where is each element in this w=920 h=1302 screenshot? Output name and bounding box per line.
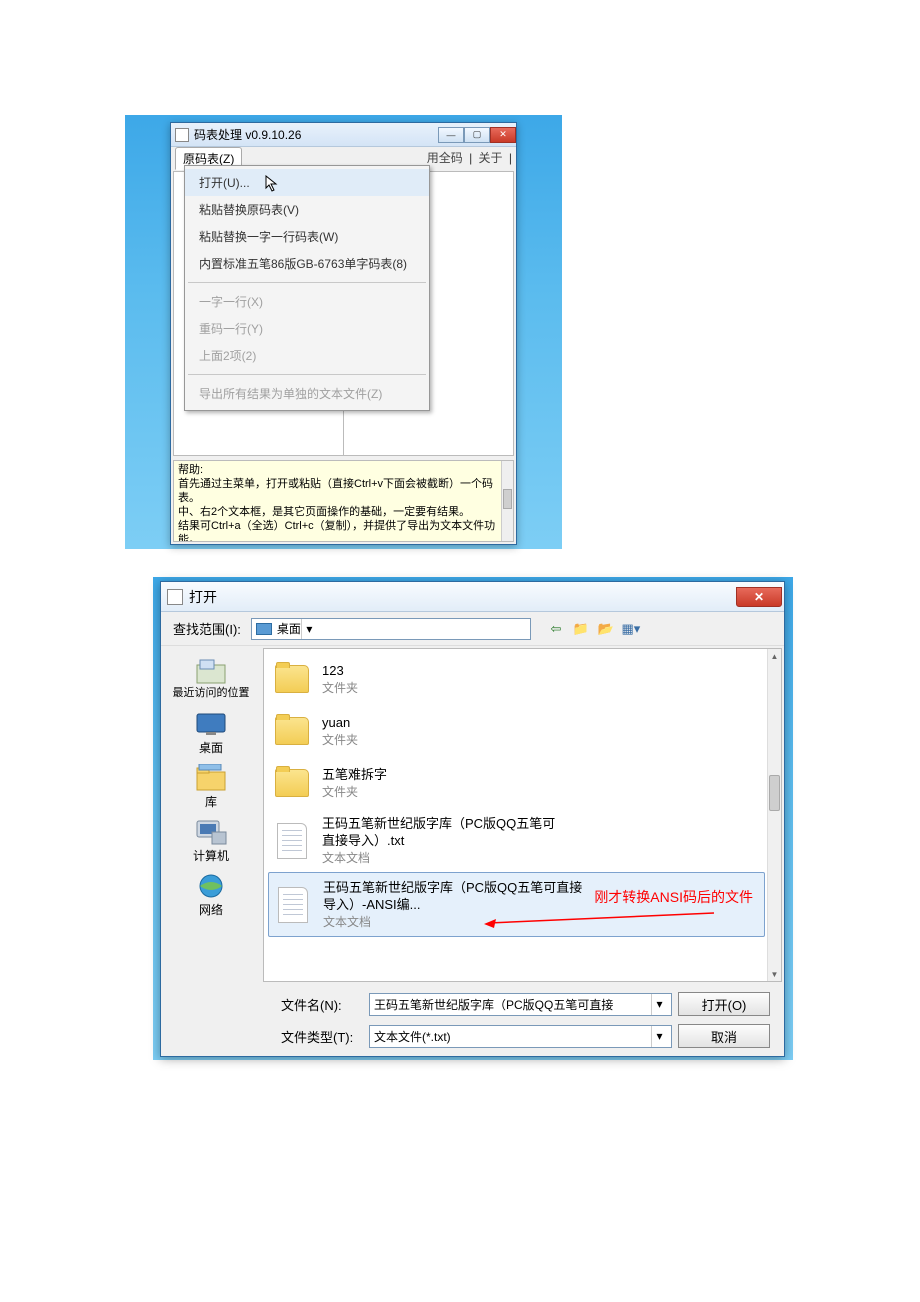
menu-separator xyxy=(188,282,426,283)
menu-item-builtin-wubi86[interactable]: 内置标准五笔86版GB-6763单字码表(8) xyxy=(185,250,429,277)
filetype-label: 文件类型(T): xyxy=(281,1027,363,1046)
menu-full-code[interactable]: 用全码 xyxy=(427,151,463,165)
up-icon[interactable]: 📁 xyxy=(570,618,592,640)
close-button[interactable]: ✕ xyxy=(490,127,516,143)
sidebar-item-libraries[interactable]: 库 xyxy=(166,760,256,812)
file-name: 王码五笔新世纪版字库（PC版QQ五笔可直接导入）-ANSI编... xyxy=(323,879,583,913)
sidebar-item-label: 库 xyxy=(205,793,217,810)
file-item-txt[interactable]: 王码五笔新世纪版字库（PC版QQ五笔可直接导入）.txt文本文档 xyxy=(268,809,765,872)
dialog-footer: 文件名(N): 王码五笔新世纪版字库（PC版QQ五笔可直接 ▾ 打开(O) 文件… xyxy=(161,984,784,1056)
places-sidebar: 最近访问的位置 桌面 库 计算机 xyxy=(161,646,261,984)
folder-icon xyxy=(272,659,312,699)
dialog-icon xyxy=(167,589,183,605)
file-name: 五笔难拆字 xyxy=(322,766,387,783)
app-icon xyxy=(175,128,189,142)
dialog-title: 打开 xyxy=(189,587,736,607)
titlebar[interactable]: 码表处理 v0.9.10.26 — ▢ ✕ xyxy=(171,123,516,147)
maximize-button[interactable]: ▢ xyxy=(464,127,490,143)
file-name: 123 xyxy=(322,662,358,679)
file-list-scrollbar[interactable]: ▲ ▼ xyxy=(767,649,781,981)
file-item-folder[interactable]: 123文件夹 xyxy=(268,653,765,705)
scrollbar-thumb[interactable] xyxy=(503,489,512,509)
filename-label: 文件名(N): xyxy=(281,995,363,1014)
help-panel: 帮助: 首先通过主菜单，打开或粘贴（直接Ctrl+v下面会被截断）一个码表。 中… xyxy=(173,460,514,542)
help-line: 结果可Ctrl+a（全选）Ctrl+c（复制），并提供了导出为文本文件功能。 xyxy=(178,519,501,542)
cancel-button[interactable]: 取消 xyxy=(678,1024,770,1048)
file-type: 文件夹 xyxy=(322,783,387,800)
lookin-combo[interactable]: 桌面 ▾ xyxy=(251,618,531,640)
computer-icon xyxy=(193,817,229,847)
window-title: 码表处理 v0.9.10.26 xyxy=(194,126,438,143)
lookin-value: 桌面 xyxy=(277,620,301,637)
help-scrollbar[interactable] xyxy=(501,461,513,541)
back-icon[interactable]: ⇦ xyxy=(545,618,567,640)
file-type: 文件夹 xyxy=(322,679,358,696)
new-folder-icon[interactable]: 📂 xyxy=(595,618,617,640)
filetype-combo[interactable]: 文本文件(*.txt) ▾ xyxy=(369,1025,672,1048)
file-type: 文本文档 xyxy=(322,849,562,866)
help-title: 帮助: xyxy=(178,463,501,477)
menu-item-one-char-line: 一字一行(X) xyxy=(185,288,429,315)
help-line: 中、右2个文本框，是其它页面操作的基础，一定要有结果。 xyxy=(178,505,501,519)
file-name: yuan xyxy=(322,714,358,731)
file-item-folder[interactable]: yuan文件夹 xyxy=(268,705,765,757)
menu-item-dup-line: 重码一行(Y) xyxy=(185,315,429,342)
menu-separator xyxy=(188,374,426,375)
sidebar-item-label: 计算机 xyxy=(193,847,229,864)
menu-item-above-two: 上面2项(2) xyxy=(185,342,429,369)
chevron-down-icon[interactable]: ▾ xyxy=(651,1026,667,1047)
chevron-down-icon[interactable]: ▾ xyxy=(301,619,317,639)
desktop-icon xyxy=(193,709,229,739)
minimize-button[interactable]: — xyxy=(438,127,464,143)
lookin-label: 查找范围(I): xyxy=(173,619,241,638)
network-icon xyxy=(193,871,229,901)
annotation-arrow-icon xyxy=(484,909,714,929)
text-file-icon xyxy=(273,885,313,925)
menubar-right: 用全码 | 关于 | xyxy=(424,149,512,166)
annotation-text: 刚才转换ANSI码后的文件 xyxy=(594,887,753,907)
dialog-titlebar[interactable]: 打开 ✕ xyxy=(161,582,784,612)
recent-places-icon xyxy=(193,657,229,687)
menu-item-paste-replace[interactable]: 粘贴替换原码表(V) xyxy=(185,196,429,223)
file-name: 王码五笔新世纪版字库（PC版QQ五笔可直接导入）.txt xyxy=(322,815,562,849)
menu-item-paste-replace-oneline[interactable]: 粘贴替换一字一行码表(W) xyxy=(185,223,429,250)
folder-icon xyxy=(272,711,312,751)
chevron-down-icon[interactable]: ▾ xyxy=(651,994,667,1015)
dialog-toolbar: 查找范围(I): 桌面 ▾ ⇦ 📁 📂 ▦▾ xyxy=(161,612,784,646)
folder-icon xyxy=(272,763,312,803)
text-file-icon xyxy=(272,821,312,861)
file-type: 文件夹 xyxy=(322,731,358,748)
menu-about[interactable]: 关于 xyxy=(479,151,503,165)
file-item-folder[interactable]: 五笔难拆字文件夹 xyxy=(268,757,765,809)
scrollbar-thumb[interactable] xyxy=(769,775,780,811)
dialog-close-button[interactable]: ✕ xyxy=(736,587,782,607)
menu-item-export-all: 导出所有结果为单独的文本文件(Z) xyxy=(185,380,429,407)
sidebar-item-network[interactable]: 网络 xyxy=(166,868,256,920)
dialog-body: 最近访问的位置 桌面 库 计算机 xyxy=(161,646,784,984)
sidebar-item-recent[interactable]: 最近访问的位置 xyxy=(166,652,256,704)
open-dialog: 打开 ✕ 查找范围(I): 桌面 ▾ ⇦ 📁 📂 ▦▾ 最近访问的位置 xyxy=(160,581,785,1057)
filename-combo[interactable]: 王码五笔新世纪版字库（PC版QQ五笔可直接 ▾ xyxy=(369,993,672,1016)
scroll-up-icon[interactable]: ▲ xyxy=(768,649,781,663)
scroll-down-icon[interactable]: ▼ xyxy=(768,967,781,981)
views-icon[interactable]: ▦▾ xyxy=(620,618,642,640)
sidebar-item-label: 桌面 xyxy=(199,739,223,756)
sidebar-item-label: 最近访问的位置 xyxy=(173,687,250,699)
filename-value: 王码五笔新世纪版字库（PC版QQ五笔可直接 xyxy=(374,996,613,1013)
sidebar-item-desktop[interactable]: 桌面 xyxy=(166,706,256,758)
filetype-value: 文本文件(*.txt) xyxy=(374,1028,451,1045)
sidebar-item-computer[interactable]: 计算机 xyxy=(166,814,256,866)
menu-dropdown: 打开(U)... 粘贴替换原码表(V) 粘贴替换一字一行码表(W) 内置标准五笔… xyxy=(184,165,430,411)
libraries-icon xyxy=(193,763,229,793)
help-line: 首先通过主菜单，打开或粘贴（直接Ctrl+v下面会被截断）一个码表。 xyxy=(178,477,501,505)
menu-item-open[interactable]: 打开(U)... xyxy=(185,169,429,196)
open-button[interactable]: 打开(O) xyxy=(678,992,770,1016)
desktop-icon xyxy=(256,623,272,635)
sidebar-item-label: 网络 xyxy=(199,901,223,918)
file-list[interactable]: 123文件夹 yuan文件夹 五笔难拆字文件夹 王码五笔新世纪版字库（PC版QQ… xyxy=(263,648,782,982)
